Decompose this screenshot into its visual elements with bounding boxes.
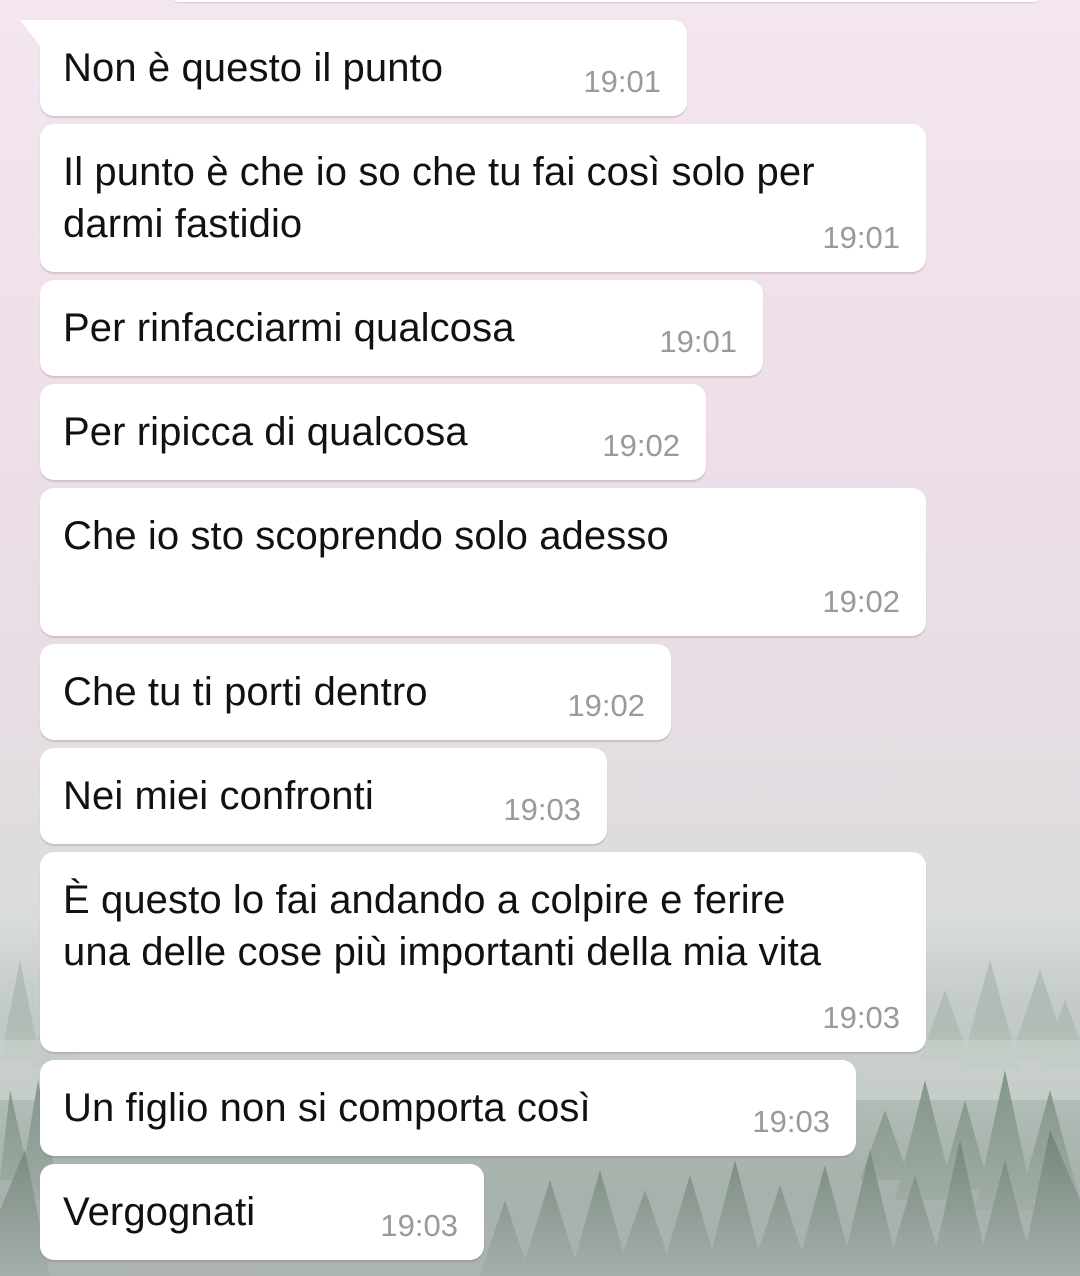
- message-bubble[interactable]: Che io sto scoprendo solo adesso 19:02: [40, 488, 926, 636]
- message-bubble[interactable]: Un figlio non si comporta così 19:03: [40, 1060, 856, 1156]
- message-bubble[interactable]: Vergognati 19:03: [40, 1164, 484, 1260]
- message-timestamp: 19:03: [752, 1104, 830, 1139]
- message-timestamp: 19:01: [659, 324, 737, 359]
- message-list[interactable]: Non è questo il punto 19:01 Il punto è c…: [0, 0, 1080, 1276]
- message-text: Per rinfacciarmi qualcosa: [63, 306, 515, 350]
- message-text: Non è questo il punto: [63, 46, 444, 90]
- message-bubble[interactable]: Non è questo il punto 19:01: [20, 20, 687, 116]
- message-text: Per ripicca di qualcosa: [63, 410, 468, 454]
- message-text: È questo lo fai andando a colpire e feri…: [63, 878, 822, 974]
- message-timestamp: 19:02: [822, 584, 900, 619]
- message-text: Che tu ti porti dentro: [63, 670, 428, 714]
- message-timestamp: 19:03: [380, 1208, 458, 1243]
- bubble-tail: [20, 20, 40, 46]
- message-text: Il punto è che io so che tu fai così sol…: [63, 150, 815, 246]
- message-timestamp: 19:01: [822, 220, 900, 255]
- message-bubble[interactable]: Per rinfacciarmi qualcosa 19:01: [40, 280, 763, 376]
- message-timestamp: 19:03: [503, 792, 581, 827]
- message-bubble[interactable]: Il punto è che io so che tu fai così sol…: [40, 124, 926, 272]
- message-bubble[interactable]: Nei miei confronti 19:03: [40, 748, 607, 844]
- message-bubble[interactable]: È questo lo fai andando a colpire e feri…: [40, 852, 926, 1052]
- message-timestamp: 19:03: [822, 1000, 900, 1035]
- message-timestamp: 19:02: [567, 688, 645, 723]
- message-bubble[interactable]: Che tu ti porti dentro 19:02: [40, 644, 671, 740]
- message-text: Che io sto scoprendo solo adesso: [63, 514, 669, 558]
- message-text: Un figlio non si comporta così: [63, 1086, 591, 1130]
- message-timestamp: 19:02: [602, 428, 680, 463]
- message-timestamp: 19:01: [583, 64, 661, 99]
- message-bubble[interactable]: Per ripicca di qualcosa 19:02: [40, 384, 706, 480]
